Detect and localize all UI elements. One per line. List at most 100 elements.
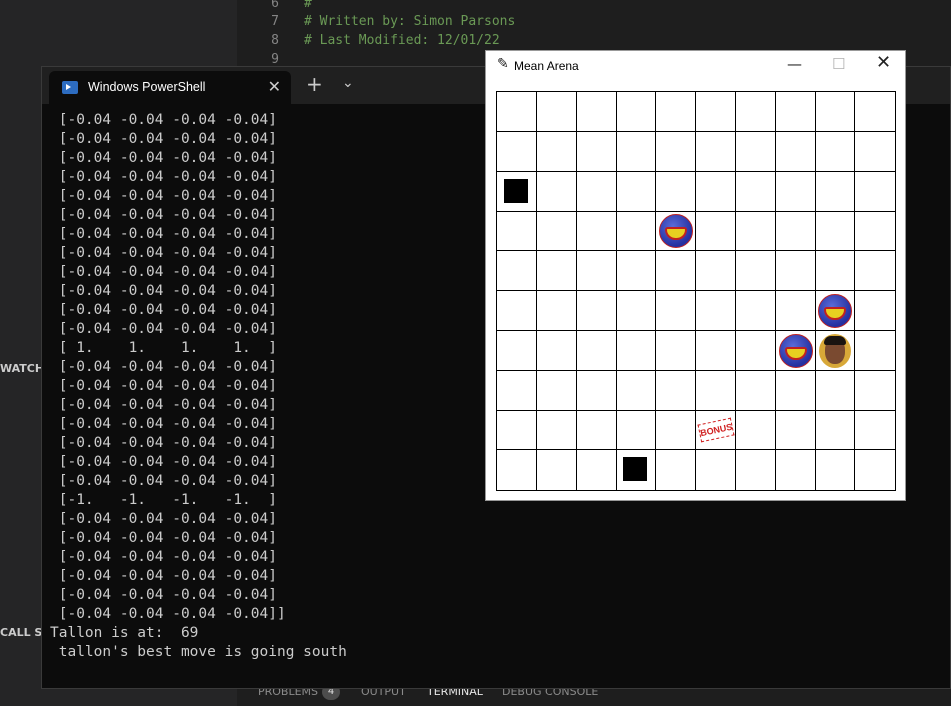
grid-cell [576,251,617,292]
grid-cell [735,291,776,331]
pit-square [623,457,648,482]
terminal-line: [-0.04 -0.04 -0.04 -0.04] [50,568,277,584]
meanie-icon [778,333,813,368]
grid-cell [775,370,816,411]
grid-cell [576,410,617,451]
grid-cell [735,131,776,172]
grid-cell [656,251,697,292]
grid-cell [497,330,537,371]
grid-cell [497,410,537,451]
terminal-line: [-0.04 -0.04 -0.04 -0.04] [50,549,277,565]
grid-cell [696,92,736,132]
grid-cell [497,92,537,132]
terminal-line: [-0.04 -0.04 -0.04 -0.04]] [50,606,286,622]
grid-cell [696,131,736,172]
watch-section-label[interactable]: WATCH [0,362,44,375]
close-icon[interactable]: ✕ [268,77,281,96]
grid-cell [855,92,896,132]
grid-cell [855,132,896,172]
grid-cell [576,291,617,331]
grid-cell [696,171,736,212]
grid-cell [576,131,617,172]
grid-cell [656,450,697,491]
grid-cell [775,410,816,451]
grid-cell [497,450,537,491]
grid-cell [616,211,657,252]
grid-cell [536,410,577,451]
window-title: Mean Arena [514,59,579,73]
grid-cell [536,131,577,172]
grid-cell [656,171,697,212]
grid-cell [815,171,856,212]
grid-cell [576,370,617,411]
chevron-down-icon[interactable]: ⌄ [342,75,354,91]
grid-cell [775,211,816,252]
grid-cell [775,291,816,331]
grid-cell [775,92,816,132]
grid-cell [616,171,657,212]
grid-cell [735,211,776,252]
powershell-icon [62,81,78,94]
grid-cell [656,291,697,331]
grid-cell [775,171,816,212]
grid-cell [536,92,577,132]
terminal-line: [-0.04 -0.04 -0.04 -0.04] [50,511,277,527]
grid-cell [855,251,896,292]
grid-cell [855,371,896,411]
grid-cell [497,291,537,331]
terminal-line: [-0.04 -0.04 -0.04 -0.04] [50,530,277,546]
grid-cell [616,92,657,132]
grid-cell [775,131,816,172]
grid-cell [855,410,896,451]
grid-cell [536,211,577,252]
terminal-line: [-0.04 -0.04 -0.04 -0.04] [50,587,277,603]
line-number: 7 [271,14,279,29]
grid-cell [735,370,776,411]
new-tab-plus-icon[interactable]: + [306,74,323,94]
grid-cell [576,330,617,371]
minimize-icon[interactable]: — [787,55,802,73]
grid-cell [736,450,776,491]
grid-cell [537,450,577,491]
grid-cell [616,131,657,172]
grid-cell [536,171,577,212]
terminal-line: tallon's best move is going south [50,644,347,660]
grid-cell [735,171,776,212]
tab-windows-powershell[interactable]: Windows PowerShell ✕ [49,71,291,104]
grid-cell [536,291,577,331]
grid-cell [536,251,577,292]
feather-icon: ✎ [497,56,509,72]
grid-cell [656,92,697,132]
grid-cell [815,450,856,491]
grid-cell [576,171,617,212]
grid-cell [855,291,896,331]
grid-cell [815,131,856,172]
grid-cell [776,450,816,491]
grid-cell [616,330,657,371]
grid-cell [855,450,895,490]
arena-grid: BONUS [496,91,896,491]
grid-cell [735,330,776,371]
grid-cell [576,92,617,132]
grid-cell [497,251,537,292]
grid-cell [616,370,657,411]
grid-cell [536,370,577,411]
mean-arena-window: ✎ Mean Arena — ☐ ✕ BONUS [485,50,906,501]
grid-cell [577,450,617,491]
grid-cell [735,92,776,132]
close-icon[interactable]: ✕ [876,52,891,73]
grid-cell [696,251,736,292]
grid-cell [696,291,736,331]
grid-cell [775,251,816,292]
grid-cell [735,251,776,292]
grid-cell [616,410,657,451]
grid-cell [855,172,896,212]
grid-cell [815,410,856,451]
grid-cell [616,251,657,292]
grid-cell [656,370,697,411]
grid-cell [815,370,856,411]
grid-cell [696,330,736,371]
grid-cell [576,211,617,252]
grid-cell [815,251,856,292]
maximize-icon[interactable]: ☐ [832,55,845,73]
